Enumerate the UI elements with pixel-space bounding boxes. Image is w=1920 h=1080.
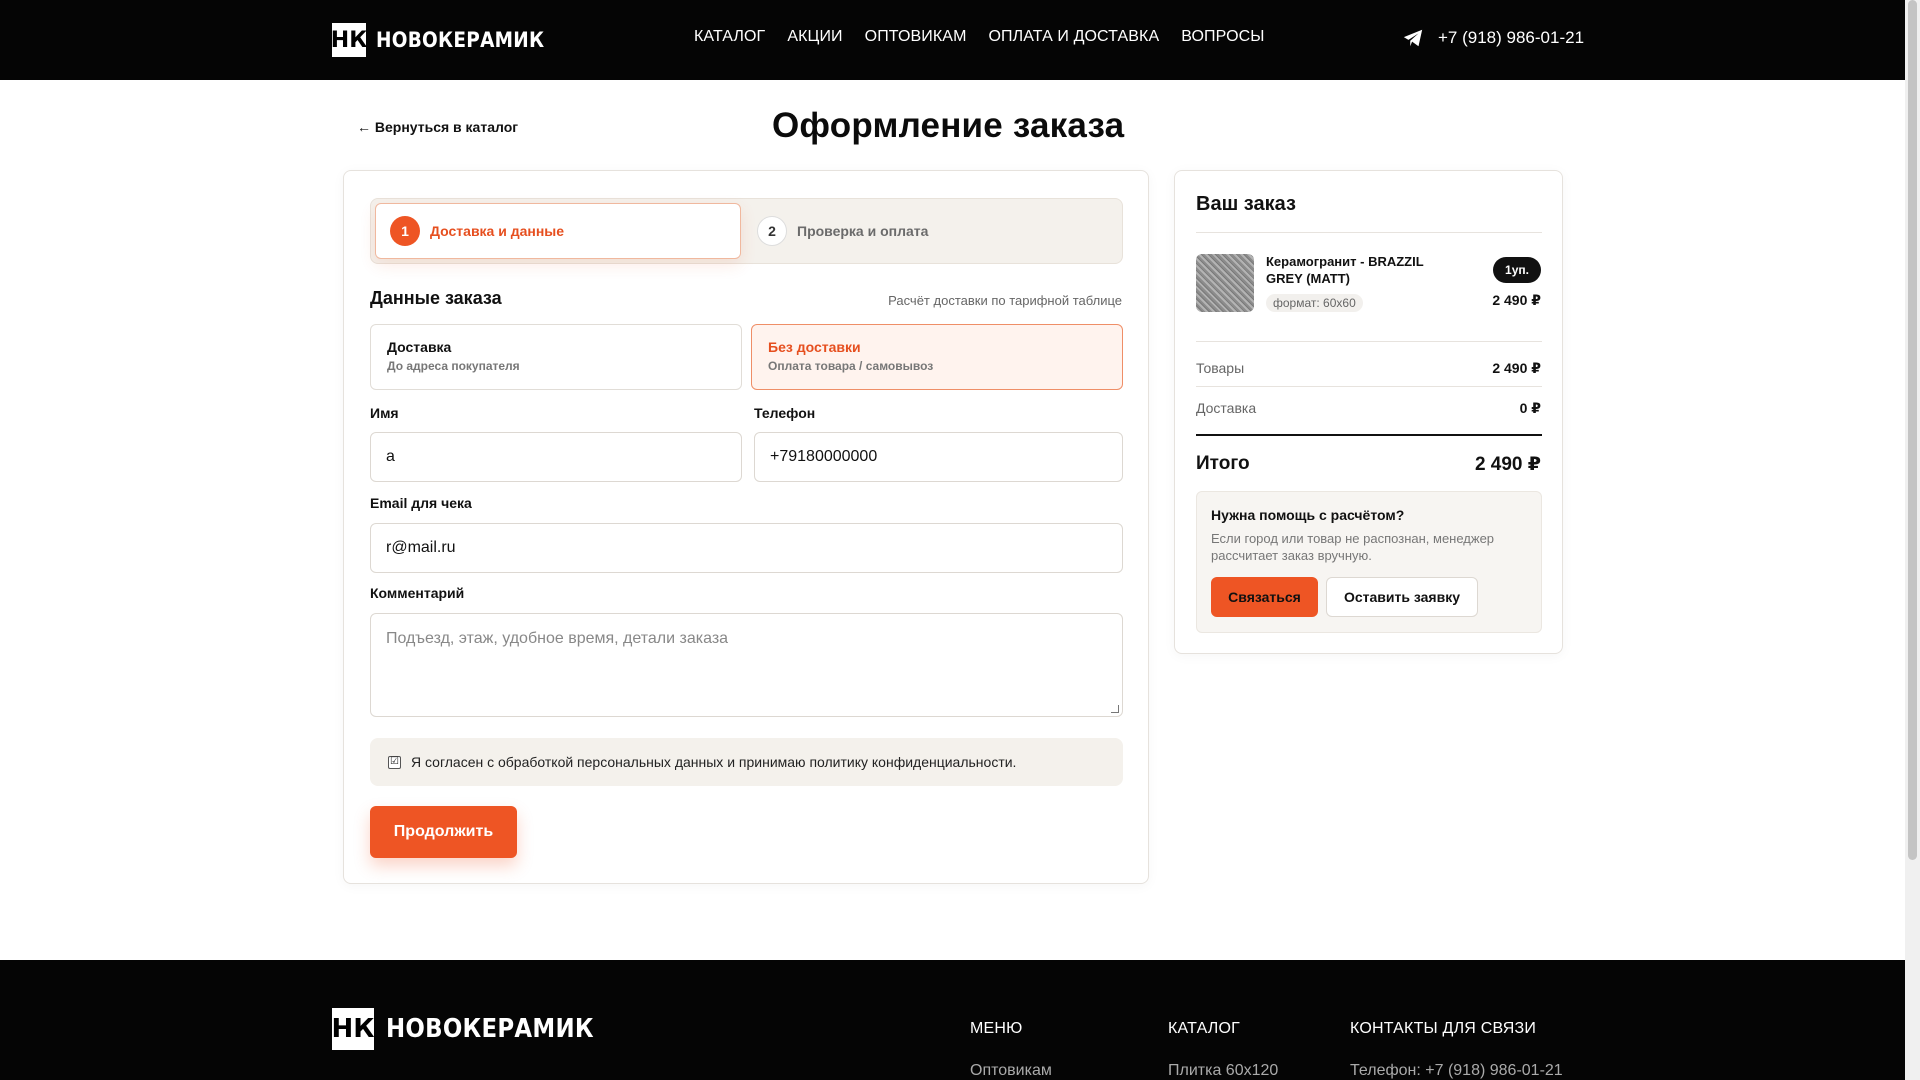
page-scrollbar[interactable] [1905, 0, 1920, 1080]
delivery-calc-note: Расчёт доставки по тарифной таблице [888, 293, 1122, 308]
comment-textarea[interactable]: Подъезд, этаж, удобное время, детали зак… [370, 613, 1123, 717]
footer-catalog-heading: КАТАЛОГ [1168, 1020, 1241, 1037]
consent-text: Я согласен с обработкой персональных дан… [411, 754, 1017, 770]
checkout-form-card: 1 Доставка и данные 2 Проверка и оплата … [343, 170, 1149, 884]
help-title: Нужна помощь с расчётом? [1211, 507, 1405, 523]
nav-catalog[interactable]: КАТАЛОГ [694, 28, 765, 46]
comment-label: Комментарий [370, 585, 465, 601]
logo-mark-icon: НК [331, 23, 367, 57]
delivery-value: 0 ₽ [1519, 400, 1541, 416]
divider [1196, 386, 1542, 387]
logo-text: НОВОКЕРАМИК [376, 28, 545, 52]
name-label: Имя [370, 405, 399, 421]
help-box: Нужна помощь с расчётом? Если город или … [1196, 491, 1542, 633]
resize-grip-icon[interactable] [1111, 705, 1119, 713]
nav-wholesale[interactable]: ОПТОВИКАМ [865, 28, 967, 46]
telegram-icon[interactable] [1402, 27, 1424, 49]
step-label: Доставка и данные [430, 223, 565, 239]
total-label: Итого [1196, 453, 1250, 474]
divider [1196, 341, 1542, 342]
site-footer: НК НОВОКЕРАМИК МЕНЮ Оптовикам КАТАЛОГ Пл… [0, 960, 1905, 1080]
leave-request-button[interactable]: Оставить заявку [1326, 577, 1478, 617]
step-number: 1 [390, 216, 420, 246]
option-subtitle: До адреса покупателя [387, 359, 520, 373]
phone-label: Телефон [754, 405, 816, 421]
footer-contact-phone[interactable]: Телефон: +7 (918) 986-01-21 [1350, 1062, 1563, 1080]
consent-checkbox[interactable]: ☑ [388, 755, 401, 769]
logo-mark-icon: НК [332, 1008, 375, 1050]
order-data-title: Данные заказа [370, 288, 502, 308]
footer-link-wholesale[interactable]: Оптовикам [970, 1062, 1052, 1080]
logo-text: НОВОКЕРАМИК [386, 1014, 594, 1044]
email-label: Email для чека [370, 495, 472, 511]
pickup-option[interactable]: Без доставки Оплата товара / самовывоз [751, 324, 1123, 390]
consent-row[interactable]: ☑ Я согласен с обработкой персональных д… [370, 738, 1123, 786]
footer-logo[interactable]: НК НОВОКЕРАМИК [332, 1008, 622, 1050]
contact-button[interactable]: Связаться [1211, 577, 1318, 617]
goods-label: Товары [1196, 360, 1245, 376]
site-logo[interactable]: НК НОВОКЕРАМИК [331, 23, 567, 57]
product-format: формат: 60х60 [1266, 294, 1363, 312]
nav-questions[interactable]: ВОПРОСЫ [1181, 28, 1264, 46]
continue-button[interactable]: Продолжить [370, 806, 517, 858]
quantity-badge: 1уп. [1493, 257, 1541, 283]
comment-placeholder: Подъезд, этаж, удобное время, детали зак… [386, 630, 729, 647]
delivery-option[interactable]: Доставка До адреса покупателя [370, 324, 742, 390]
footer-menu-heading: МЕНЮ [970, 1020, 1023, 1037]
name-input[interactable]: а [370, 432, 742, 482]
nav-payment-delivery[interactable]: ОПЛАТА И ДОСТАВКА [989, 28, 1160, 46]
divider [1196, 232, 1542, 233]
scrollbar-thumb[interactable] [1908, 0, 1917, 860]
step-number: 2 [757, 216, 787, 246]
help-text: Если город или товар не распознан, менед… [1211, 531, 1495, 563]
phone-number[interactable]: +7 (918) 986-01-21 [1438, 28, 1584, 48]
order-summary-card: Ваш заказ Керамогранит - BRAZZIL GREY (M… [1174, 170, 1563, 654]
option-title: Доставка [387, 339, 452, 355]
site-header: НК НОВОКЕРАМИК КАТАЛОГ АКЦИИ ОПТОВИКАМ О… [0, 0, 1905, 80]
footer-menu-column: МЕНЮ Оптовикам [970, 1020, 1052, 1080]
header-phone[interactable]: +7 (918) 986-01-21 [1402, 27, 1584, 49]
phone-input[interactable]: +79180000000 [754, 432, 1123, 482]
step-delivery-data[interactable]: 1 Доставка и данные [375, 203, 741, 259]
total-value: 2 490 ₽ [1474, 454, 1541, 475]
order-summary-title: Ваш заказ [1196, 193, 1296, 215]
total-divider [1196, 434, 1542, 436]
delivery-label: Доставка [1196, 400, 1257, 416]
product-thumbnail[interactable] [1196, 254, 1254, 312]
footer-contacts-column: КОНТАКТЫ ДЛЯ СВЯЗИ Телефон: +7 (918) 986… [1350, 1020, 1563, 1080]
checkout-steps: 1 Доставка и данные 2 Проверка и оплата [370, 198, 1123, 264]
footer-contacts-heading: КОНТАКТЫ ДЛЯ СВЯЗИ [1350, 1020, 1537, 1037]
product-price: 2 490 ₽ [1492, 292, 1541, 308]
option-title: Без доставки [768, 339, 861, 355]
product-name[interactable]: Керамогранит - BRAZZIL GREY (MATT) [1266, 253, 1451, 287]
back-to-catalog-link[interactable]: ← Вернуться в каталог [357, 119, 518, 135]
page-title: Оформление заказа [772, 106, 1125, 145]
goods-value: 2 490 ₽ [1492, 360, 1541, 376]
nav-promotions[interactable]: АКЦИИ [787, 28, 842, 46]
email-input[interactable]: r@mail.ru [370, 523, 1123, 573]
footer-catalog-column: КАТАЛОГ Плитка 60х120 [1168, 1020, 1278, 1080]
option-subtitle: Оплата товара / самовывоз [768, 359, 934, 373]
step-review-payment[interactable]: 2 Проверка и оплата [757, 203, 928, 259]
footer-link-tile-60x120[interactable]: Плитка 60х120 [1168, 1062, 1278, 1080]
main-nav: КАТАЛОГ АКЦИИ ОПТОВИКАМ ОПЛАТА И ДОСТАВК… [694, 28, 1287, 46]
step-label: Проверка и оплата [797, 223, 929, 239]
